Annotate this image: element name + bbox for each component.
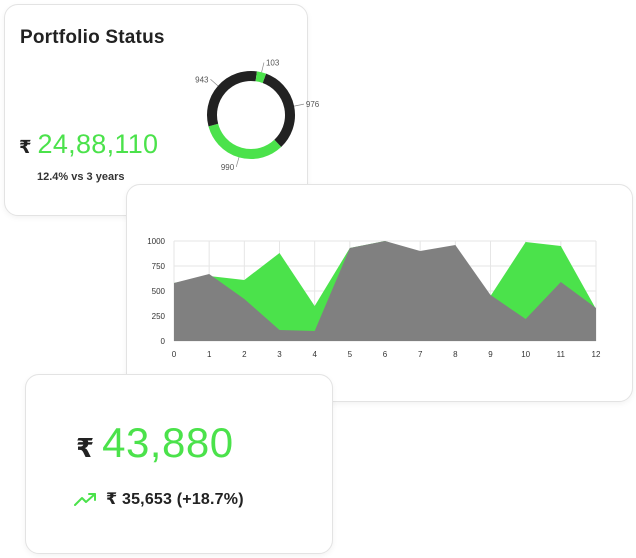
rupee-currency-symbol: ₹ bbox=[19, 137, 32, 157]
x-tick-label: 3 bbox=[277, 350, 282, 359]
area-chart-card: 0 250 500 750 1000 0 1 2 3 4 5 6 7 8 9 10 11 12 bbox=[126, 184, 633, 402]
donut-segment-label: 990 bbox=[221, 163, 235, 172]
trending-up-icon bbox=[74, 493, 96, 506]
y-tick-label: 500 bbox=[152, 287, 166, 296]
portfolio-donut-chart: 976 990 943 103 bbox=[195, 59, 320, 172]
y-tick-label: 1000 bbox=[147, 237, 165, 246]
x-tick-label: 6 bbox=[383, 350, 388, 359]
x-tick-label: 9 bbox=[488, 350, 493, 359]
x-tick-label: 5 bbox=[348, 350, 353, 359]
donut-leader-line bbox=[261, 62, 265, 73]
donut-segment bbox=[262, 73, 295, 148]
portfolio-title: Portfolio Status bbox=[20, 27, 165, 48]
donut-segment bbox=[208, 123, 282, 159]
area-chart: 025050075010000 1 2 3 4 5 6 7 8 9 10 11 12 bbox=[147, 237, 601, 359]
donut-segment-label: 976 bbox=[306, 100, 320, 109]
portfolio-growth-text: 12.4% vs 3 years bbox=[37, 171, 125, 183]
x-tick-label: 7 bbox=[418, 350, 423, 359]
donut-leader-line bbox=[294, 103, 304, 107]
portfolio-value: 24,88,110 bbox=[37, 129, 159, 159]
donut-segment bbox=[255, 71, 267, 84]
y-tick-label: 750 bbox=[152, 262, 166, 271]
gain-value: 43,880 bbox=[102, 419, 234, 466]
y-tick-label: 0 bbox=[161, 337, 166, 346]
donut-segment bbox=[207, 71, 257, 127]
gain-delta-row: ₹ 35,653 (+18.7%) bbox=[74, 489, 244, 509]
donut-leader-line bbox=[210, 79, 219, 87]
portfolio-value-row: ₹ 24,88,110 bbox=[19, 129, 158, 160]
x-tick-label: 0 bbox=[172, 350, 177, 359]
gain-card: ₹ 43,880 ₹ 35,653 (+18.7%) bbox=[25, 374, 333, 554]
x-tick-label: 2 bbox=[242, 350, 247, 359]
y-tick-label: 250 bbox=[152, 312, 166, 321]
x-tick-label: 4 bbox=[312, 350, 317, 359]
x-tick-label: 8 bbox=[453, 350, 458, 359]
x-tick-label: 10 bbox=[521, 350, 530, 359]
donut-segment-label: 103 bbox=[266, 59, 280, 68]
x-tick-label: 12 bbox=[592, 350, 601, 359]
gain-delta-text: ₹ 35,653 (+18.7%) bbox=[106, 491, 244, 508]
donut-leader-line bbox=[235, 157, 240, 168]
x-tick-label: 11 bbox=[557, 350, 566, 359]
rupee-currency-symbol: ₹ bbox=[76, 433, 95, 463]
donut-segment-label: 943 bbox=[195, 75, 209, 84]
gain-value-row: ₹ 43,880 bbox=[76, 419, 234, 467]
x-tick-label: 1 bbox=[207, 350, 212, 359]
